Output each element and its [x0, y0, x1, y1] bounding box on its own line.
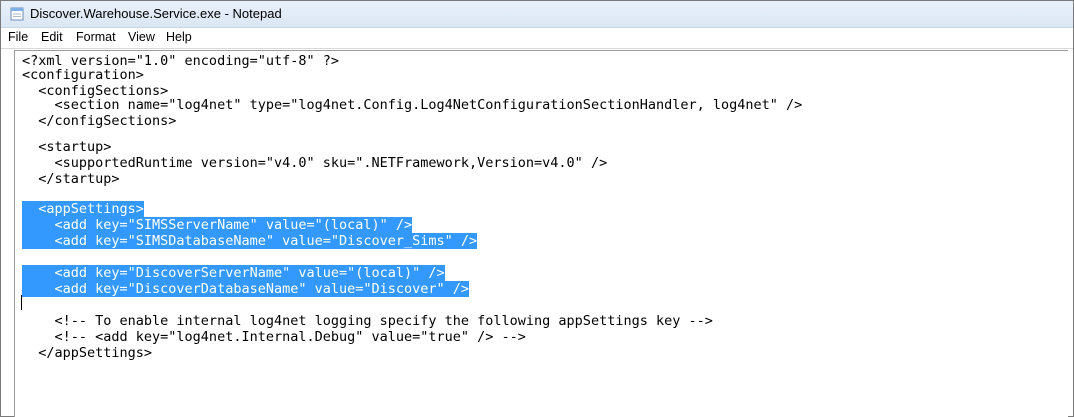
selection-highlight: <add key="DiscoverDatabaseName" value="D…	[22, 281, 470, 297]
selection-highlight: <add key="SIMSServerName" value="(local)…	[22, 217, 413, 233]
selection-highlight: <add key="DiscoverServerName" value="(lo…	[22, 265, 445, 281]
text-line: <!-- To enable internal log4net logging …	[22, 313, 713, 329]
notepad-window: Discover.Warehouse.Service.exe - Notepad…	[0, 0, 1074, 417]
selection-highlight: <appSettings>	[22, 201, 144, 217]
text-caret	[21, 295, 22, 310]
menu-edit[interactable]: Edit	[39, 30, 65, 44]
text-line: <!-- <add key="log4net.Internal.Debug" v…	[22, 329, 526, 345]
selected-text-line: <add key="SIMSServerName" value="(local)…	[22, 217, 413, 233]
text-line: <startup>	[22, 139, 112, 155]
window-title: Discover.Warehouse.Service.exe - Notepad	[30, 6, 282, 21]
text-line: <supportedRuntime version="v4.0" sku=".N…	[22, 155, 608, 171]
title-bar[interactable]: Discover.Warehouse.Service.exe - Notepad	[1, 1, 1073, 28]
text-line: <configuration>	[22, 67, 144, 83]
selected-text-line: <add key="DiscoverDatabaseName" value="D…	[22, 281, 470, 297]
text-editor-area[interactable]: <?xml version="1.0" encoding="utf-8" ?> …	[14, 50, 1068, 417]
selected-text-line: <add key="SIMSDatabaseName" value="Disco…	[22, 233, 478, 249]
text-line: </appSettings>	[22, 345, 153, 361]
selection-highlight: <add key="SIMSDatabaseName" value="Disco…	[22, 233, 478, 249]
text-line: </startup>	[22, 171, 120, 187]
menu-view[interactable]: View	[126, 30, 157, 44]
menu-file[interactable]: File	[6, 30, 30, 44]
menu-help[interactable]: Help	[164, 30, 194, 44]
menu-bar: File Edit Format View Help	[1, 28, 1073, 49]
notepad-icon	[10, 7, 24, 21]
menu-format[interactable]: Format	[74, 30, 118, 44]
selected-text-line: <add key="DiscoverServerName" value="(lo…	[22, 265, 445, 281]
text-line: <section name="log4net" type="log4net.Co…	[22, 97, 803, 113]
selected-text-line: <appSettings>	[22, 201, 144, 217]
text-line: </configSections>	[22, 113, 177, 129]
